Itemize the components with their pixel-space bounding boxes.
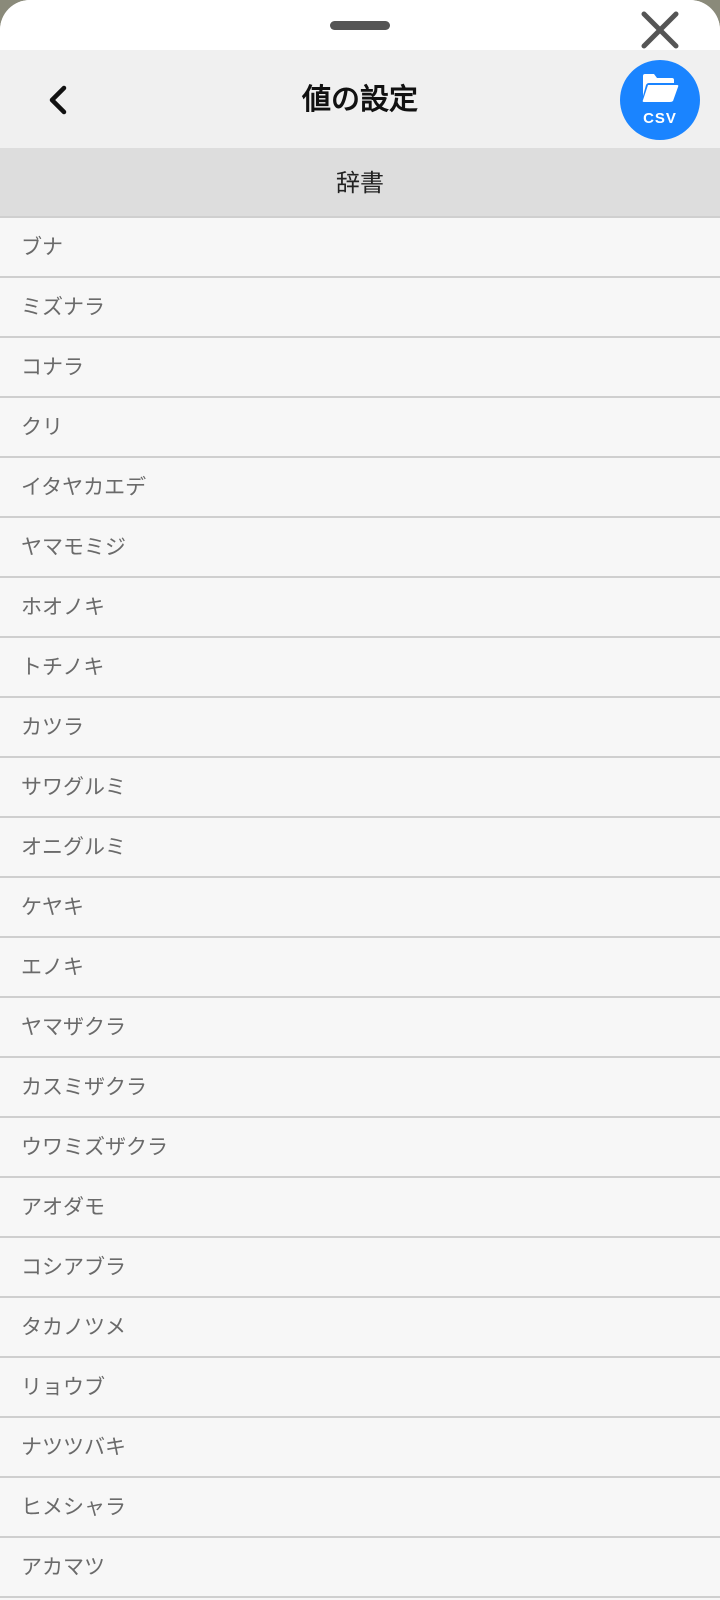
list-item[interactable]: エノキ xyxy=(0,938,720,998)
close-icon[interactable] xyxy=(636,6,684,54)
modal-sheet: 値の設定 CSV 辞書 ブナ ミズナラ コナラ クリ イタヤカエデ ヤマモミジ ホオノキ トチ… xyxy=(0,0,720,1600)
list-item[interactable]: カツラ xyxy=(0,698,720,758)
list-item[interactable]: ナツツバキ xyxy=(0,1418,720,1478)
list-item[interactable]: イタヤカエデ xyxy=(0,458,720,518)
list-item[interactable]: ブナ xyxy=(0,218,720,278)
list-item[interactable]: ホオノキ xyxy=(0,578,720,638)
list-item[interactable]: オニグルミ xyxy=(0,818,720,878)
list-item[interactable]: アカマツ xyxy=(0,1538,720,1598)
csv-button[interactable]: CSV xyxy=(620,60,700,140)
list-item[interactable]: ミズナラ xyxy=(0,278,720,338)
list-item[interactable]: ケヤキ xyxy=(0,878,720,938)
list-item[interactable]: タカノツメ xyxy=(0,1298,720,1358)
drag-handle[interactable] xyxy=(330,21,390,30)
list-item[interactable]: ヤマモミジ xyxy=(0,518,720,578)
page-title: 値の設定 xyxy=(301,82,418,116)
list-item[interactable]: コナラ xyxy=(0,338,720,398)
list-item[interactable]: ヒメシャラ xyxy=(0,1478,720,1538)
sheet-top-bar xyxy=(0,0,720,50)
nav-header: 値の設定 CSV xyxy=(0,50,720,148)
list-item[interactable]: アオダモ xyxy=(0,1178,720,1238)
list-item[interactable]: サワグルミ xyxy=(0,758,720,818)
list-item[interactable]: トチノキ xyxy=(0,638,720,698)
list-item[interactable]: ヤマザクラ xyxy=(0,998,720,1058)
list-item[interactable]: ウワミズザクラ xyxy=(0,1118,720,1178)
list-item[interactable]: クリ xyxy=(0,398,720,458)
section-header: 辞書 xyxy=(0,148,720,218)
list-item[interactable]: カスミザクラ xyxy=(0,1058,720,1118)
folder-open-icon xyxy=(642,74,679,102)
chevron-left-icon[interactable] xyxy=(36,76,84,124)
csv-button-label: CSV xyxy=(643,110,677,127)
list-item[interactable]: リョウブ xyxy=(0,1358,720,1418)
value-list: ブナ ミズナラ コナラ クリ イタヤカエデ ヤマモミジ ホオノキ トチノキ カツラ サワグルミ オニ… xyxy=(0,218,720,1598)
list-item[interactable]: コシアブラ xyxy=(0,1238,720,1298)
